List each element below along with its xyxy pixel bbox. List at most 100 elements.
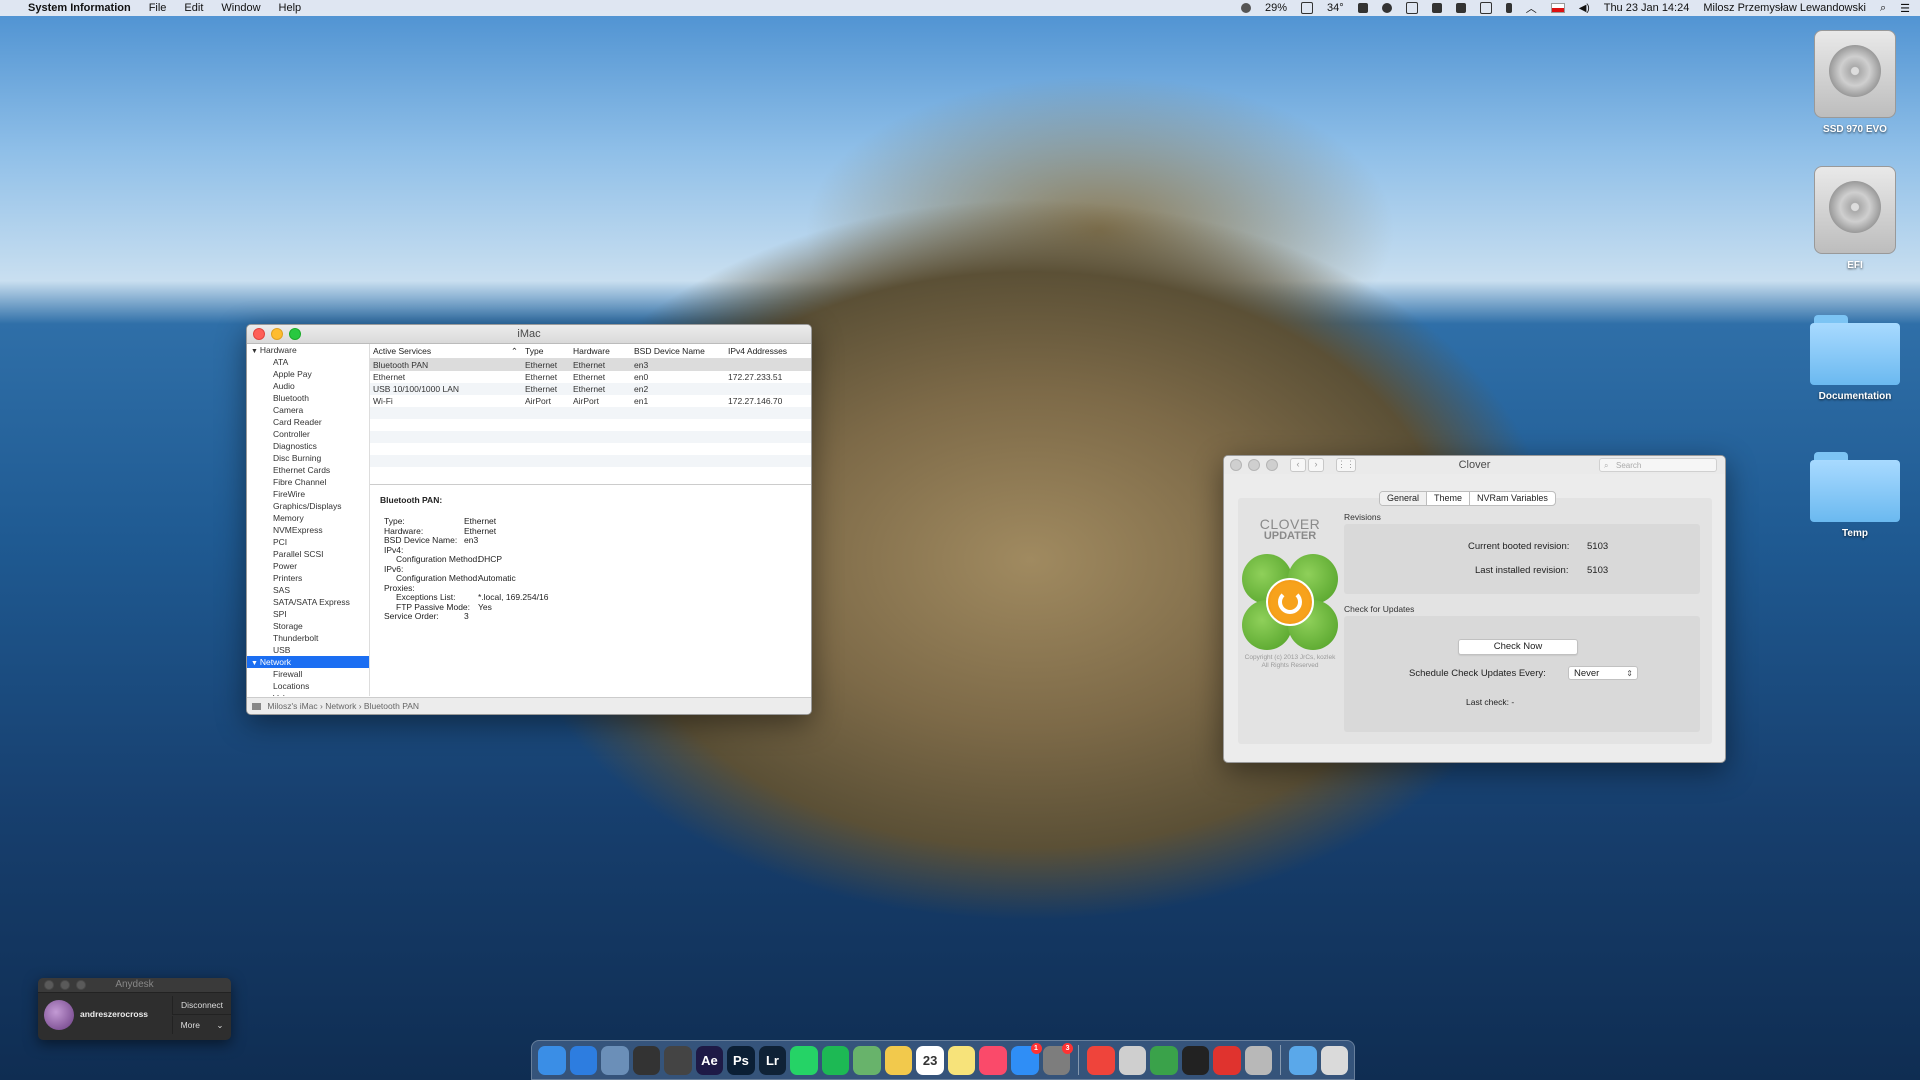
sidebar-item[interactable]: Bluetooth (247, 392, 369, 404)
sidebar-item[interactable]: Locations (247, 680, 369, 692)
forward-chevron-icon[interactable]: › (1308, 458, 1324, 472)
spotlight-search-icon[interactable]: ⌕ (1880, 2, 1886, 15)
menu-app-name[interactable]: System Information (28, 2, 131, 14)
column-bsd-device-name[interactable]: BSD Device Name (631, 344, 725, 358)
anydesk-icon[interactable] (1086, 1045, 1115, 1075)
more-button[interactable]: More ⌄ (172, 1016, 231, 1034)
tab-nvram-variables[interactable]: NVRam Variables (1470, 492, 1555, 505)
grid-view-icon[interactable]: ⋮⋮ (1336, 458, 1356, 472)
sidebar-item[interactable]: Card Reader (247, 416, 369, 428)
system-preferences-icon[interactable]: 3 (1042, 1042, 1074, 1075)
sidebar-item[interactable]: Thunderbolt (247, 632, 369, 644)
spotify-icon[interactable] (821, 1045, 850, 1075)
minimize-button[interactable] (1248, 459, 1260, 471)
automator-icon[interactable] (1244, 1045, 1273, 1075)
minimize-button[interactable] (60, 980, 70, 990)
trash-icon[interactable] (1320, 1045, 1349, 1075)
disconnect-button[interactable]: Disconnect (172, 996, 231, 1015)
whatsapp-icon[interactable] (790, 1045, 818, 1075)
sidebar-item[interactable]: Fibre Channel (247, 476, 369, 488)
final-cut-icon[interactable] (664, 1045, 692, 1075)
terminal-icon[interactable] (1181, 1045, 1210, 1075)
table-row[interactable]: Ethernet Ethernet Ethernet en0 172.27.233.51 (370, 371, 811, 383)
disclosure-triangle-icon[interactable]: ▼ (251, 348, 260, 355)
sidebar-item[interactable]: Audio (247, 380, 369, 392)
check-now-button[interactable]: Check Now (1458, 639, 1578, 655)
zoom-button[interactable] (1266, 459, 1278, 471)
tools-icon[interactable] (1118, 1045, 1147, 1075)
sidebar-group[interactable]: ▼ Network (247, 656, 369, 668)
menu-edit[interactable]: Edit (184, 2, 203, 14)
notes-icon[interactable] (947, 1045, 976, 1075)
tab-general[interactable]: General (1380, 492, 1428, 505)
close-button[interactable] (253, 328, 265, 340)
sidebar-item[interactable]: PCI (247, 536, 369, 548)
airplay-icon[interactable] (1479, 2, 1492, 14)
globe-icon[interactable] (1150, 1045, 1178, 1075)
music-icon[interactable] (979, 1045, 1007, 1075)
search-input[interactable]: ⌕ Search (1599, 458, 1717, 472)
gpu-icon[interactable] (1357, 3, 1368, 13)
disclosure-triangle-icon[interactable]: ▼ (251, 660, 260, 667)
dropbox-icon[interactable] (1431, 3, 1442, 13)
sidebar-item[interactable]: ATA (247, 356, 369, 368)
after-effects-icon[interactable]: Ae (695, 1045, 724, 1075)
window-icon[interactable] (1405, 2, 1418, 14)
lightroom-icon[interactable]: Lr (758, 1045, 787, 1075)
app-store-icon[interactable]: 1 (1010, 1042, 1042, 1075)
sidebar-item[interactable]: SAS (247, 584, 369, 596)
close-button[interactable] (1230, 459, 1242, 471)
menu-help[interactable]: Help (279, 2, 302, 14)
calendar-icon[interactable]: 23 (916, 1045, 944, 1075)
safari-icon[interactable] (569, 1045, 598, 1075)
control-center-icon[interactable]: ☰ (1900, 2, 1910, 15)
sidebar-item[interactable]: NVMExpress (247, 524, 369, 536)
cloud-icon[interactable] (1381, 3, 1392, 13)
anydesk-session-icon[interactable] (1213, 1045, 1241, 1075)
schedule-select[interactable]: Never ⇕ (1568, 666, 1638, 680)
menu-file[interactable]: File (149, 2, 167, 14)
sidebar-item[interactable]: FireWire (247, 488, 369, 500)
menu-datetime[interactable]: Thu 23 Jan 14:24 (1604, 2, 1690, 14)
sidebar-item[interactable]: Volumes (247, 692, 369, 696)
sidebar-item[interactable]: SPI (247, 608, 369, 620)
column-active-services[interactable]: Active Services ⌃ (370, 344, 522, 358)
input-source-flag-icon[interactable] (1550, 3, 1565, 13)
sidebar-item[interactable]: SATA/SATA Express (247, 596, 369, 608)
sidebar-item[interactable]: Printers (247, 572, 369, 584)
sidebar-item[interactable]: Controller (247, 428, 369, 440)
sidebar-item[interactable]: Memory (247, 512, 369, 524)
layout-icon[interactable] (1455, 3, 1466, 13)
sidebar-item[interactable]: Disc Burning (247, 452, 369, 464)
volume-icon[interactable]: ◀) (1579, 3, 1590, 14)
sidebar-item[interactable]: Ethernet Cards (247, 464, 369, 476)
sidebar-item[interactable]: Apple Pay (247, 368, 369, 380)
finder-icon[interactable] (538, 1045, 566, 1075)
tab-theme[interactable]: Theme (1427, 492, 1471, 505)
bluetooth-icon[interactable] (1505, 3, 1512, 13)
column-hardware[interactable]: Hardware (570, 344, 631, 358)
davinci-resolve-icon[interactable] (632, 1045, 661, 1075)
column-ipv4-addresses[interactable]: IPv4 Addresses (725, 344, 811, 358)
sidebar-item[interactable]: USB (247, 644, 369, 656)
close-button[interactable] (44, 980, 54, 990)
desktop-folder-documentation[interactable]: Documentation (1800, 315, 1910, 402)
desktop-drive-efi[interactable]: EFI (1800, 166, 1910, 271)
status-eye-icon[interactable] (1241, 3, 1252, 13)
desktop-folder-temp[interactable]: Temp (1800, 452, 1910, 539)
sidebar-item[interactable]: Firewall (247, 668, 369, 680)
menu-user-name[interactable]: Milosz Przemysław Lewandowski (1703, 2, 1866, 14)
column-type[interactable]: Type (522, 344, 570, 358)
temperature-readout[interactable]: 34° (1327, 2, 1344, 14)
photos-icon[interactable] (884, 1045, 913, 1075)
wifi-icon[interactable]: ︿ (1526, 0, 1537, 16)
zoom-button[interactable] (289, 328, 301, 340)
table-row[interactable]: USB 10/100/1000 LAN Ethernet Ethernet en2 (370, 383, 811, 395)
table-row[interactable]: Wi-Fi AirPort AirPort en1 172.27.146.70 (370, 395, 811, 407)
anydesk-titlebar[interactable]: Anydesk (38, 978, 231, 993)
photoshop-icon[interactable]: Ps (727, 1045, 755, 1075)
sidebar-item[interactable]: Power (247, 560, 369, 572)
back-chevron-icon[interactable]: ‹ (1290, 458, 1306, 472)
battery-percentage[interactable]: 29% (1265, 2, 1287, 14)
minimize-button[interactable] (271, 328, 283, 340)
